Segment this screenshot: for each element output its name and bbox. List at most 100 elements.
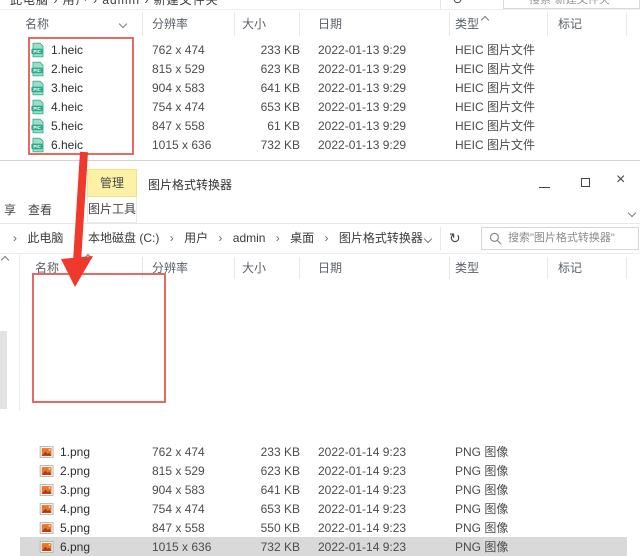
- breadcrumb-admin[interactable]: admin: [233, 231, 266, 245]
- date-cell: 2022-01-13 9:29: [318, 61, 407, 76]
- file-name: 4.heic: [51, 99, 84, 114]
- tab-view[interactable]: 查看: [28, 201, 52, 219]
- breadcrumb-users[interactable]: 用户: [184, 231, 208, 245]
- breadcrumb-desktop[interactable]: 桌面: [290, 231, 314, 245]
- column-header-tags[interactable]: 标记: [548, 12, 627, 36]
- ribbon-collapse-icon[interactable]: [627, 208, 637, 218]
- breadcrumb[interactable]: 此电脑 › 用户 › admin › 新建文件夹: [10, 0, 219, 7]
- type-cell: HEIC 图片文件: [455, 81, 536, 95]
- table-row[interactable]: PIC 3.png 904 x 583 641 KB 2022-01-14 9:…: [20, 480, 627, 499]
- column-header-date[interactable]: 日期: [300, 257, 450, 279]
- refresh-icon[interactable]: ↻: [449, 224, 461, 253]
- heic-file-icon: PIC: [30, 42, 46, 58]
- size-cell: 732 KB: [260, 137, 300, 152]
- date-cell: 2022-01-13 9:29: [318, 99, 407, 114]
- nav-pane-scrollbar[interactable]: [0, 331, 7, 409]
- file-name: 5.heic: [51, 118, 84, 133]
- close-button[interactable]: ×: [616, 172, 625, 188]
- file-name-cell: PIC 1.heic: [20, 42, 143, 58]
- svg-text:PIC: PIC: [33, 49, 41, 54]
- table-row[interactable]: PIC 5.png 847 x 558 550 KB 2022-01-14 9:…: [20, 518, 627, 537]
- column-header-tags[interactable]: 标记: [548, 257, 627, 279]
- address-dropdown-icon[interactable]: [423, 234, 433, 244]
- table-row[interactable]: PIC 1.heic 762 x 474 233 KB 2022-01-13 9…: [20, 40, 627, 59]
- window-title: 图片格式转换器: [148, 178, 233, 192]
- type-cell: PNG 图像: [455, 464, 509, 478]
- breadcrumb: › 此电脑 › 本地磁盘 (C:) › 用户 › admin › 桌面 › 图片…: [6, 224, 423, 253]
- table-row[interactable]: PIC 2.png 815 x 529 623 KB 2022-01-14 9:…: [20, 461, 627, 480]
- table-row[interactable]: PIC 6.heic 1015 x 636 732 KB 2022-01-13 …: [20, 135, 627, 154]
- column-header-name[interactable]: 名称: [20, 12, 143, 36]
- file-name-cell: PIC 6.png: [20, 539, 143, 555]
- chevron-down-icon[interactable]: [118, 19, 128, 29]
- column-header-resolution[interactable]: 分辨率: [143, 257, 235, 279]
- column-header-size[interactable]: 大小: [235, 257, 300, 279]
- size-cell: 233 KB: [260, 444, 300, 459]
- resolution-cell: 754 x 474: [152, 99, 205, 114]
- table-row[interactable]: PIC 5.heic 847 x 558 61 KB 2022-01-13 9:…: [20, 116, 627, 135]
- file-name-cell: PIC 5.png: [20, 520, 143, 536]
- table-row[interactable]: PIC 6.png 1015 x 636 732 KB 2022-01-14 9…: [20, 537, 627, 556]
- size-cell: 653 KB: [260, 99, 300, 114]
- column-header-type[interactable]: 类型: [450, 257, 548, 279]
- address-bar: › 此电脑 › 本地磁盘 (C:) › 用户 › admin › 桌面 › 图片…: [0, 224, 640, 254]
- date-cell: 2022-01-13 9:29: [318, 42, 407, 57]
- file-name: 2.png: [60, 463, 91, 478]
- table-row[interactable]: PIC 1.png 762 x 474 233 KB 2022-01-14 9:…: [20, 442, 627, 461]
- type-cell: HEIC 图片文件: [455, 62, 536, 76]
- type-cell: HEIC 图片文件: [455, 43, 536, 57]
- maximize-button[interactable]: [581, 178, 590, 187]
- tab-manage[interactable]: 管理: [87, 169, 137, 197]
- date-cell: 2022-01-14 9:23: [318, 444, 407, 459]
- converter-explorer-window: 管理 图片格式转换器 × 图片工具 享 查看 › 此电脑 › 本地磁盘 (C:)…: [0, 160, 640, 556]
- breadcrumb-this-pc[interactable]: 此电脑: [27, 231, 63, 245]
- heic-file-icon: PIC: [30, 61, 46, 77]
- column-header-type[interactable]: 类型: [450, 12, 548, 36]
- column-header-date[interactable]: 日期: [300, 12, 450, 36]
- file-name: 5.png: [60, 520, 91, 535]
- table-row[interactable]: PIC 3.heic 904 x 583 641 KB 2022-01-13 9…: [20, 78, 627, 97]
- size-cell: 623 KB: [260, 463, 300, 478]
- search-input[interactable]: 搜索"新建文件夹": [503, 0, 640, 9]
- file-name-cell: PIC 4.heic: [20, 99, 143, 115]
- file-name-cell: PIC 2.png: [20, 463, 143, 479]
- resolution-cell: 1015 x 636: [152, 539, 212, 554]
- chevron-right-icon: ›: [324, 231, 329, 245]
- chevron-right-icon: ›: [13, 231, 17, 245]
- file-name: 6.png: [60, 539, 91, 554]
- size-cell: 550 KB: [260, 520, 300, 535]
- breadcrumb-converter-folder[interactable]: 图片格式转换器: [339, 231, 423, 245]
- tab-share-partial[interactable]: 享: [4, 201, 16, 219]
- column-header-resolution[interactable]: 分辨率: [143, 12, 235, 36]
- bottom-column-header-row: 名称 分辨率 大小 日期 类型 标记: [0, 257, 640, 279]
- type-cell: PNG 图像: [455, 502, 509, 516]
- table-row[interactable]: PIC 2.heic 815 x 529 623 KB 2022-01-13 9…: [20, 59, 627, 78]
- minimize-button[interactable]: [539, 187, 550, 188]
- tab-picture-tools[interactable]: 图片工具: [87, 197, 137, 223]
- resolution-cell: 1015 x 636: [152, 137, 212, 152]
- type-cell: PNG 图像: [455, 445, 509, 459]
- table-row[interactable]: PIC 4.png 754 x 474 653 KB 2022-01-14 9:…: [20, 499, 627, 518]
- file-name-cell: PIC 4.png: [20, 501, 143, 517]
- file-name-cell: PIC 2.heic: [20, 61, 143, 77]
- chevron-right-icon: ›: [73, 231, 78, 245]
- column-header-size[interactable]: 大小: [235, 12, 300, 36]
- heic-file-icon: PIC: [30, 118, 46, 134]
- file-name: 4.png: [60, 501, 91, 516]
- column-header-name[interactable]: 名称: [20, 257, 143, 279]
- toolbar-divider: [440, 0, 441, 9]
- search-input[interactable]: 搜索"图片格式转换器": [481, 227, 639, 250]
- size-cell: 653 KB: [260, 501, 300, 516]
- date-cell: 2022-01-14 9:23: [318, 482, 407, 497]
- svg-text:PIC: PIC: [33, 87, 41, 92]
- file-name: 1.heic: [51, 42, 84, 57]
- type-cell: PNG 图像: [455, 521, 509, 535]
- svg-text:PIC: PIC: [33, 125, 41, 130]
- date-cell: 2022-01-14 9:23: [318, 501, 407, 516]
- table-row[interactable]: PIC 4.heic 754 x 474 653 KB 2022-01-13 9…: [20, 97, 627, 116]
- search-placeholder: 搜索"新建文件夹": [529, 0, 614, 6]
- refresh-icon[interactable]: ↻: [452, 0, 463, 8]
- type-cell: HEIC 图片文件: [455, 138, 536, 152]
- resolution-cell: 815 x 529: [152, 463, 205, 478]
- breadcrumb-local-disk[interactable]: 本地磁盘 (C:): [88, 231, 159, 245]
